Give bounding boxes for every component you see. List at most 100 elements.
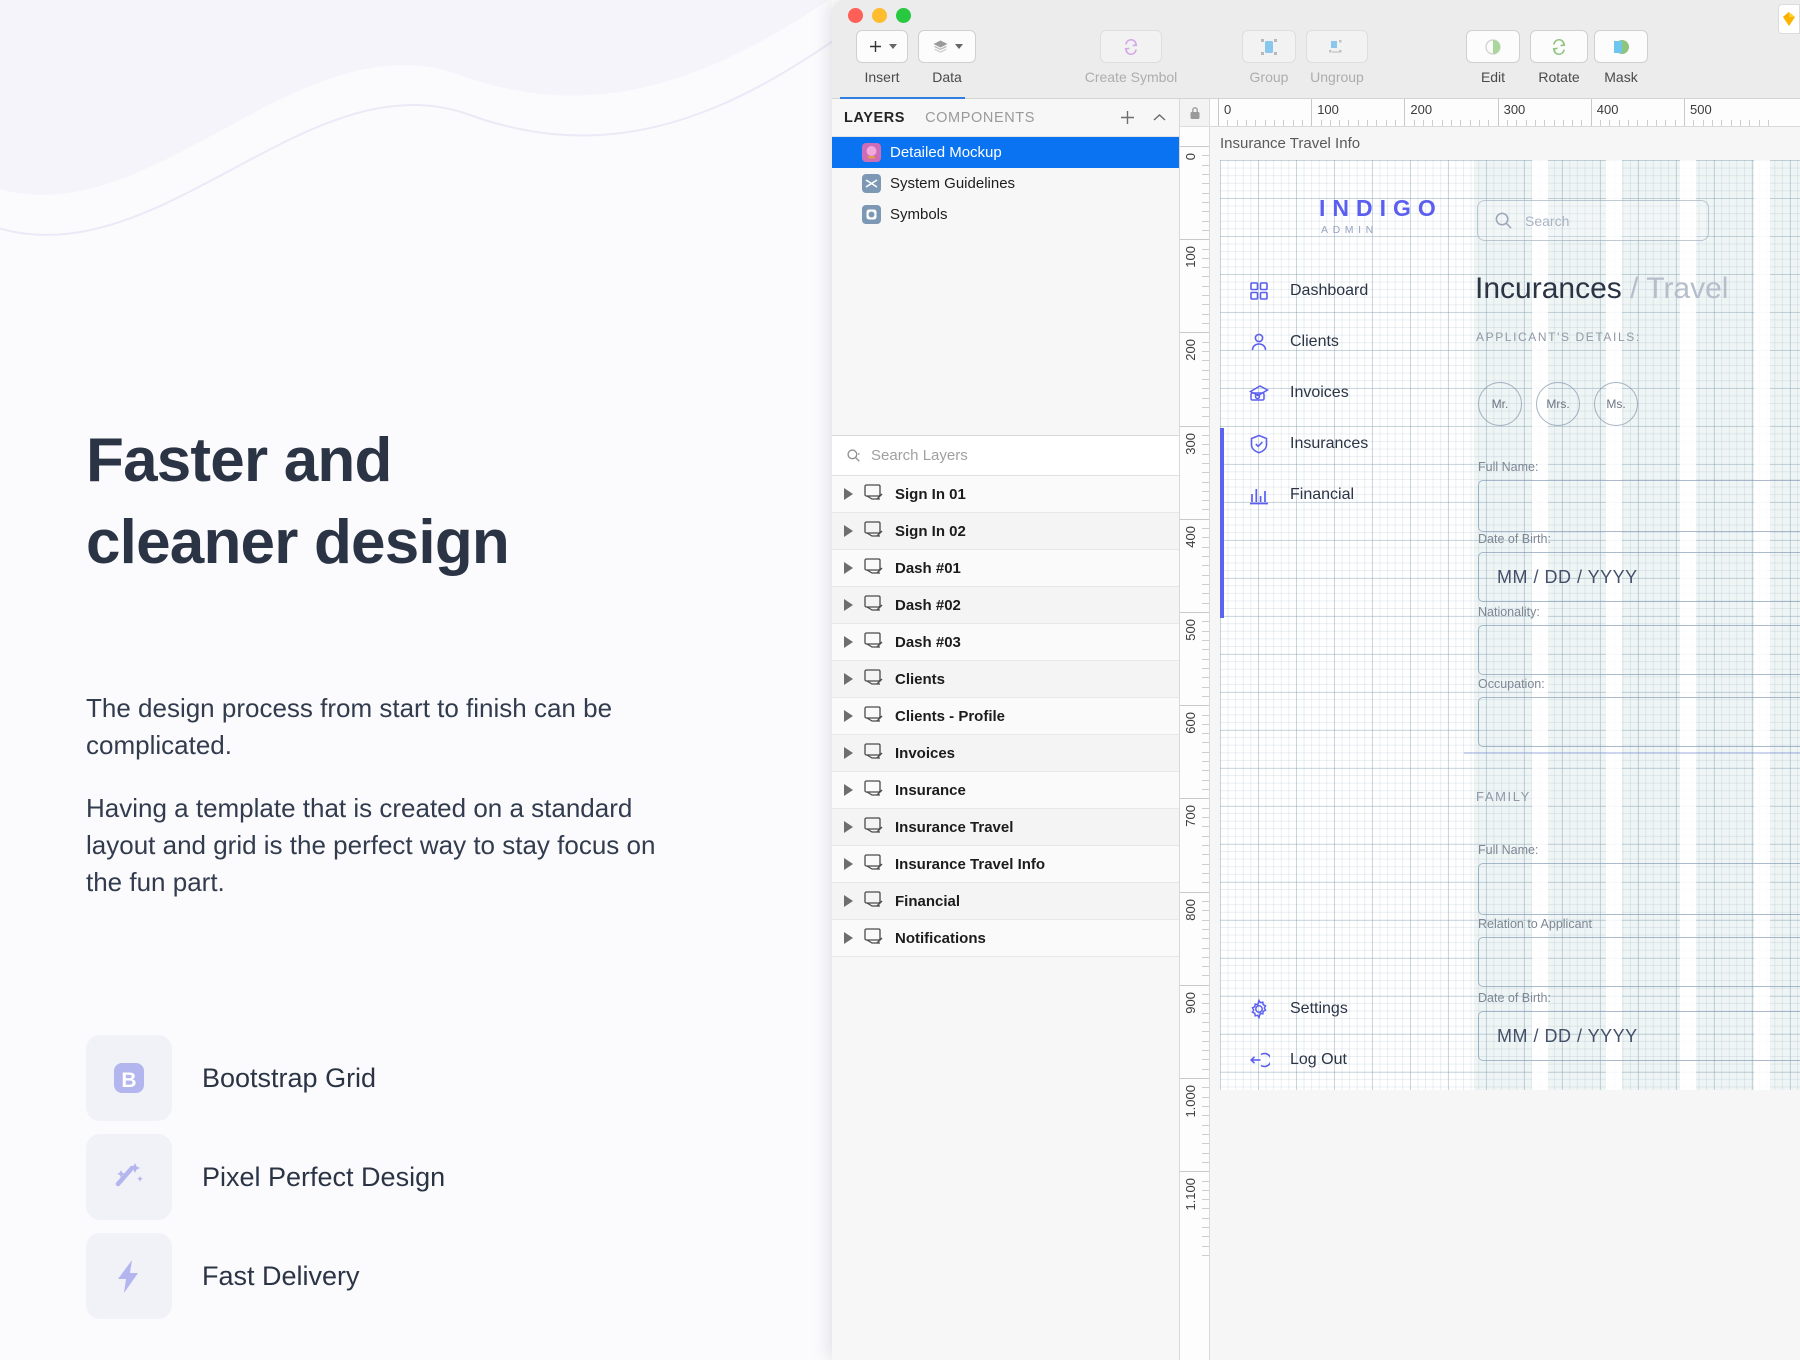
layer-row[interactable]: Sign In 01 — [832, 476, 1179, 513]
disclosure-triangle-icon[interactable] — [844, 488, 853, 500]
ruler-lock-toggle[interactable] — [1180, 99, 1210, 127]
maximize-window-button[interactable] — [896, 8, 911, 23]
disclosure-triangle-icon[interactable] — [844, 858, 853, 870]
symbol-refresh-icon — [1124, 38, 1138, 55]
mockup-field-input[interactable] — [1478, 937, 1800, 987]
mockup-page-title: Incurances / Travel — [1475, 272, 1728, 306]
layer-name: Notifications — [895, 929, 986, 947]
toolbar-data[interactable]: Data — [918, 30, 976, 85]
ruler-minor-tick — [1202, 211, 1209, 213]
disclosure-triangle-icon[interactable] — [844, 747, 853, 759]
close-window-button[interactable] — [848, 8, 863, 23]
disclosure-triangle-icon[interactable] — [844, 599, 853, 611]
disclosure-triangle-icon[interactable] — [844, 710, 853, 722]
ruler-minor-tick — [1202, 490, 1209, 492]
artboard-insurance-travel-info[interactable]: INDIGO ADMIN Search Incurances / Travel … — [1220, 160, 1800, 1090]
minimize-window-button[interactable] — [872, 8, 887, 23]
mockup-nav-invoices[interactable]: Invoices — [1248, 382, 1349, 404]
page-item-detailed-mockup[interactable]: Detailed Mockup — [832, 137, 1179, 168]
mockup-field-input[interactable]: MM / DD / YYYY — [1478, 1011, 1800, 1061]
insert-button[interactable] — [856, 30, 908, 63]
mockup-salutation-mrs[interactable]: Mrs. — [1536, 382, 1580, 426]
layer-row[interactable]: Insurance Travel — [832, 809, 1179, 846]
tab-layers[interactable]: LAYERS — [844, 110, 905, 126]
disclosure-triangle-icon[interactable] — [844, 821, 853, 833]
mockup-salutation-mr[interactable]: Mr. — [1478, 382, 1522, 426]
ruler-minor-tick — [1432, 120, 1434, 126]
mockup-field-input[interactable] — [1478, 863, 1800, 915]
search-layers-input[interactable]: Search Layers — [832, 436, 1179, 476]
ruler-tick-label: 1.100 — [1183, 1178, 1198, 1211]
toolbar-group: Group — [1242, 30, 1296, 85]
sketch-diamond-icon[interactable] — [1778, 4, 1800, 34]
layer-row[interactable]: Insurance Travel Info — [832, 846, 1179, 883]
ruler-minor-tick — [1665, 120, 1667, 126]
mockup-field-input[interactable] — [1478, 480, 1800, 532]
window-controls[interactable] — [848, 8, 911, 23]
ruler-minor-tick — [1202, 1189, 1209, 1191]
layer-row[interactable]: Sign In 02 — [832, 513, 1179, 550]
layer-name: Invoices — [895, 744, 956, 762]
mockup-salutation-ms[interactable]: Ms. — [1594, 382, 1638, 426]
mockup-field-input[interactable]: MM / DD / YYYY — [1478, 552, 1800, 602]
page-item-system-guidelines[interactable]: System Guidelines — [832, 168, 1179, 199]
mockup-nav-clients[interactable]: Clients — [1248, 331, 1339, 353]
mask-button[interactable] — [1594, 30, 1648, 63]
layer-row[interactable]: Dash #02 — [832, 587, 1179, 624]
layer-row[interactable]: Dash #01 — [832, 550, 1179, 587]
ruler-minor-tick — [1202, 509, 1209, 511]
disclosure-triangle-icon[interactable] — [844, 784, 853, 796]
mockup-nav-dashboard[interactable]: Dashboard — [1248, 280, 1368, 302]
ruler-minor-tick — [1460, 120, 1462, 126]
page-item-symbols[interactable]: Symbols — [832, 199, 1179, 230]
rotate-button[interactable] — [1530, 30, 1588, 63]
ruler-minor-tick — [1202, 1208, 1209, 1210]
chevron-down-icon[interactable] — [954, 44, 963, 49]
layer-row[interactable]: Dash #03 — [832, 624, 1179, 661]
user-icon — [1248, 331, 1270, 353]
layer-row[interactable]: Financial — [832, 883, 1179, 920]
ruler-minor-tick — [1767, 120, 1769, 126]
mockup-nav-settings[interactable]: Settings — [1248, 998, 1348, 1020]
layer-name: Financial — [895, 892, 961, 910]
ruler-minor-tick — [1202, 1227, 1209, 1229]
toolbar-edit[interactable]: Edit — [1466, 30, 1520, 85]
disclosure-triangle-icon[interactable] — [844, 895, 853, 907]
tab-components[interactable]: COMPONENTS — [925, 110, 1035, 126]
mask-icon — [1614, 39, 1629, 54]
chevron-up-icon[interactable] — [1152, 112, 1167, 124]
artboard-label[interactable]: Insurance Travel Info — [1220, 135, 1360, 152]
layer-row[interactable]: Insurance — [832, 772, 1179, 809]
layer-row[interactable]: Clients - Profile — [832, 698, 1179, 735]
layer-row[interactable]: Invoices — [832, 735, 1179, 772]
data-button[interactable] — [918, 30, 976, 63]
disclosure-triangle-icon[interactable] — [844, 673, 853, 685]
mockup-nav-financial[interactable]: Financial — [1248, 484, 1354, 506]
ruler-minor-tick — [1202, 966, 1209, 968]
disclosure-triangle-icon[interactable] — [844, 562, 853, 574]
horizontal-ruler[interactable]: 0 100 200 300 400 500 — [1210, 99, 1800, 127]
plus-icon[interactable] — [1119, 109, 1136, 126]
vertical-ruler[interactable]: 0 100 200 300 400 500 600 700 800 900 1.000 1.100 — [1180, 127, 1210, 1360]
mockup-nav-insurances[interactable]: Insurances — [1248, 433, 1368, 455]
chevron-down-icon[interactable] — [888, 44, 897, 49]
mockup-nav-log-out[interactable]: Log Out — [1248, 1049, 1347, 1071]
toolbar-mask[interactable]: Mask — [1594, 30, 1648, 85]
mockup-search-input[interactable]: Search — [1477, 200, 1709, 241]
layer-name: Insurance Travel — [895, 818, 1014, 836]
canvas[interactable]: Insurance Travel Info INDIGO ADMIN Searc… — [1210, 127, 1800, 1360]
edit-button[interactable] — [1466, 30, 1520, 63]
layer-row[interactable]: Notifications — [832, 920, 1179, 957]
disclosure-triangle-icon[interactable] — [844, 932, 853, 944]
mockup-field-input[interactable] — [1478, 625, 1800, 675]
mockup-field-input[interactable] — [1478, 697, 1800, 747]
toolbar-insert[interactable]: Insert — [856, 30, 908, 85]
toolbar-rotate[interactable]: Rotate — [1530, 30, 1588, 85]
bar-chart-icon — [1248, 484, 1270, 506]
ruler-minor-tick — [1255, 120, 1257, 126]
layer-row[interactable]: Clients — [832, 661, 1179, 698]
disclosure-triangle-icon[interactable] — [844, 525, 853, 537]
ruler-minor-tick — [1202, 257, 1209, 259]
disclosure-triangle-icon[interactable] — [844, 636, 853, 648]
ruler-minor-tick — [1385, 120, 1387, 126]
